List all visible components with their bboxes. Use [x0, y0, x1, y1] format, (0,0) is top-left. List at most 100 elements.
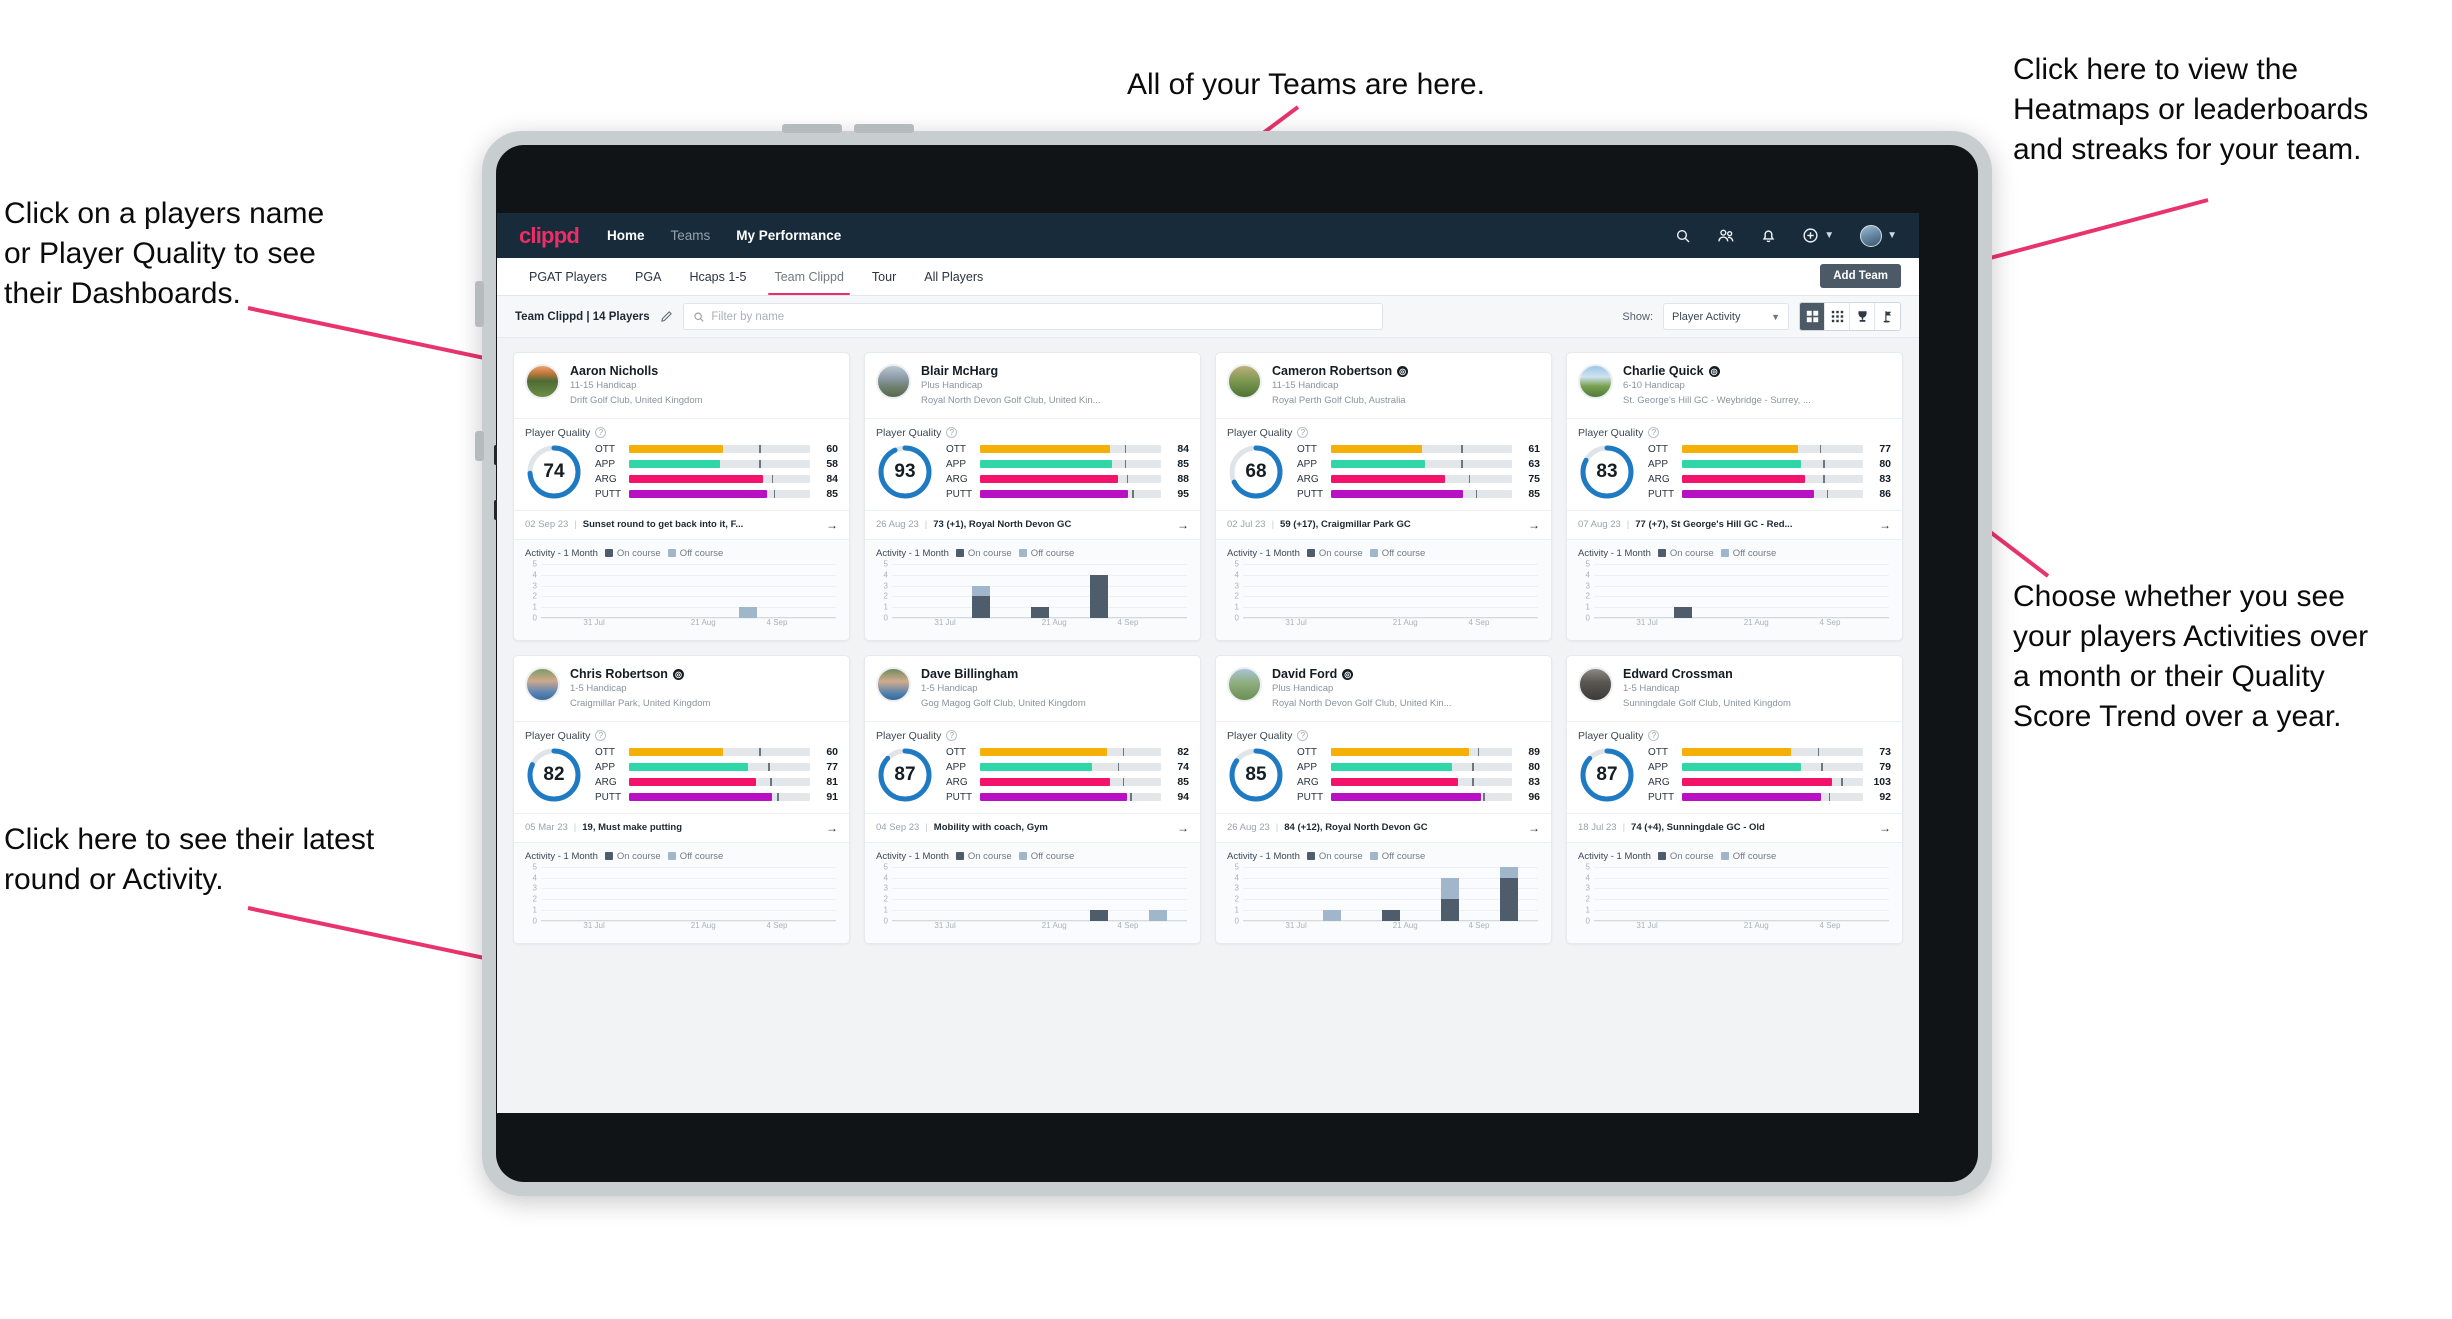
- tab-pgat-players[interactable]: PGAT Players: [515, 258, 621, 295]
- help-icon[interactable]: ?: [595, 730, 607, 742]
- player-card[interactable]: Charlie Quick ◎ 6-10 Handicap St. George's …: [1566, 352, 1903, 641]
- show-select[interactable]: Player Activity ▼: [1663, 303, 1789, 330]
- player-card[interactable]: Blair McHarg Plus Handicap Royal North Dev…: [864, 352, 1201, 641]
- player-quality-section[interactable]: Player Quality? 85 OTT 89 APP 80 ARG 83 PUTT 96: [1216, 720, 1551, 813]
- arrow-right-icon[interactable]: →: [1528, 518, 1540, 532]
- tab-tour[interactable]: Tour: [858, 258, 910, 295]
- y-tick-label: 1: [532, 905, 537, 915]
- bell-icon[interactable]: [1761, 227, 1776, 244]
- dense-grid-view-icon[interactable]: [1825, 303, 1850, 330]
- latest-round-row[interactable]: 07 Aug 23 | 77 (+7), St George's Hill GC -…: [1567, 509, 1902, 539]
- y-tick-label: 4: [532, 873, 537, 883]
- player-quality-section[interactable]: Player Quality? 87 OTT 82 APP 74 ARG 85 PUTT 94: [865, 720, 1200, 813]
- power-button[interactable]: [475, 281, 484, 327]
- avatar[interactable]: ▼: [1860, 224, 1897, 247]
- player-quality-section[interactable]: Player Quality? 68 OTT 61 APP 63 ARG 75 PUTT 85: [1216, 417, 1551, 510]
- player-quality-section[interactable]: Player Quality? 93 OTT 84 APP 85 ARG 88 PUTT 95: [865, 417, 1200, 510]
- player-card[interactable]: Chris Robertson ◎ 1-5 Handicap Craigmillar …: [513, 654, 850, 944]
- tab-hcaps-1-5[interactable]: Hcaps 1-5: [675, 258, 760, 295]
- latest-round-row[interactable]: 18 Jul 23 | 74 (+4), Sunningdale GC - Old →: [1567, 812, 1902, 842]
- player-name[interactable]: Chris Robertson ◎: [570, 667, 710, 681]
- player-card-header[interactable]: David Ford ◎ Plus Handicap Royal North Devo…: [1216, 656, 1551, 721]
- player-quality-section[interactable]: Player Quality? 83 OTT 77 APP 80 ARG 83 PUTT 86: [1567, 417, 1902, 510]
- arrow-right-icon[interactable]: →: [826, 821, 838, 835]
- people-icon[interactable]: [1717, 228, 1735, 244]
- arrow-right-icon[interactable]: →: [1879, 518, 1891, 532]
- nav-link-teams[interactable]: Teams: [671, 228, 711, 243]
- player-name[interactable]: Aaron Nicholls: [570, 364, 703, 378]
- help-icon[interactable]: ?: [1648, 427, 1660, 439]
- latest-round-row[interactable]: 26 Aug 23 | 84 (+12), Royal North Devon GC…: [1216, 812, 1551, 842]
- search-input-wrapper[interactable]: [682, 303, 1383, 330]
- help-icon[interactable]: ?: [1297, 730, 1309, 742]
- tab-all-players[interactable]: All Players: [910, 258, 997, 295]
- metric-bar-fill: [980, 490, 1129, 499]
- player-card-header[interactable]: Edward Crossman 1-5 Handicap Sunningdale G…: [1567, 656, 1902, 721]
- help-icon[interactable]: ?: [1297, 427, 1309, 439]
- player-card-header[interactable]: Blair McHarg Plus Handicap Royal North Dev…: [865, 353, 1200, 418]
- volume-down-button[interactable]: [854, 124, 914, 133]
- tab-team-clippd[interactable]: Team Clippd: [760, 258, 857, 295]
- player-name[interactable]: David Ford ◎: [1272, 667, 1452, 681]
- player-card[interactable]: Edward Crossman 1-5 Handicap Sunningdale G…: [1566, 654, 1903, 944]
- round-description: 74 (+4), Sunningdale GC - Old: [1631, 822, 1765, 834]
- player-quality-section[interactable]: Player Quality? 74 OTT 60 APP 58 ARG 84 PUTT 85: [514, 417, 849, 510]
- player-quality-section[interactable]: Player Quality? 87 OTT 73 APP 79 ARG 103 PUTT 92: [1567, 720, 1902, 813]
- player-quality-section[interactable]: Player Quality? 82 OTT 60 APP 77 ARG 81 PUTT 91: [514, 720, 849, 813]
- player-card[interactable]: Aaron Nicholls 11-15 Handicap Drift Golf C…: [513, 352, 850, 641]
- add-circle-icon[interactable]: ▼: [1802, 227, 1834, 244]
- latest-round-row[interactable]: 26 Aug 23 | 73 (+1), Royal North Devon GC →: [865, 509, 1200, 539]
- arrow-right-icon[interactable]: →: [1177, 518, 1189, 532]
- arrow-right-icon[interactable]: →: [1177, 821, 1189, 835]
- player-card[interactable]: David Ford ◎ Plus Handicap Royal North Devo…: [1215, 654, 1552, 944]
- arrow-right-icon[interactable]: →: [1528, 821, 1540, 835]
- y-tick-label: 4: [883, 873, 888, 883]
- golf-flag-view-icon[interactable]: [1875, 303, 1900, 330]
- edit-pencil-icon[interactable]: [660, 310, 673, 323]
- grid-view-icon[interactable]: [1800, 303, 1825, 330]
- add-team-button[interactable]: Add Team: [1820, 264, 1901, 288]
- chart-y-axis: 543210: [1578, 559, 1592, 622]
- player-name[interactable]: Edward Crossman: [1623, 667, 1791, 681]
- search-input[interactable]: [711, 310, 1373, 323]
- search-icon[interactable]: [1675, 228, 1691, 244]
- player-name[interactable]: Blair McHarg: [921, 364, 1101, 378]
- latest-round-row[interactable]: 02 Sep 23 | Sunset round to get back into …: [514, 509, 849, 539]
- nav-link-my-performance[interactable]: My Performance: [736, 228, 841, 243]
- player-card-header[interactable]: Charlie Quick ◎ 6-10 Handicap St. George's …: [1567, 353, 1902, 418]
- tab-pga[interactable]: PGA: [621, 258, 675, 295]
- x-tick-label: 4 Sep: [1117, 920, 1139, 930]
- player-card-header[interactable]: Chris Robertson ◎ 1-5 Handicap Craigmillar …: [514, 656, 849, 721]
- latest-round-row[interactable]: 02 Jul 23 | 59 (+17), Craigmillar Park GC →: [1216, 509, 1551, 539]
- arrow-right-icon[interactable]: →: [826, 518, 838, 532]
- help-icon[interactable]: ?: [1648, 730, 1660, 742]
- player-card-header[interactable]: Cameron Robertson ◎ 11-15 Handicap Royal Pe…: [1216, 353, 1551, 418]
- clippd-logo[interactable]: clippd: [519, 223, 580, 249]
- nav-link-home[interactable]: Home: [607, 228, 645, 243]
- player-name-text: Cameron Robertson: [1272, 364, 1393, 378]
- y-tick-label: 5: [883, 559, 888, 569]
- player-name[interactable]: Dave Billingham: [921, 667, 1086, 681]
- metric-label: OTT: [595, 443, 615, 455]
- activity-chart: 5 4 3 2 1 0 31 Jul 21 Aug 4 Sep: [1578, 559, 1891, 630]
- metric-bar-fill: [980, 793, 1127, 802]
- x-tick-label: 4 Sep: [1819, 617, 1841, 627]
- trophy-view-icon[interactable]: [1850, 303, 1875, 330]
- player-card[interactable]: Cameron Robertson ◎ 11-15 Handicap Royal Pe…: [1215, 352, 1552, 641]
- gridline: [1594, 607, 1889, 609]
- player-name[interactable]: Charlie Quick ◎: [1623, 364, 1811, 378]
- help-icon[interactable]: ?: [946, 427, 958, 439]
- y-tick-label: 5: [532, 862, 537, 872]
- player-card-grid: Aaron Nicholls 11-15 Handicap Drift Golf C…: [497, 338, 1919, 958]
- arrow-right-icon[interactable]: →: [1879, 821, 1891, 835]
- latest-round-row[interactable]: 04 Sep 23 | Mobility with coach, Gym →: [865, 812, 1200, 842]
- player-card-header[interactable]: Dave Billingham 1-5 Handicap Gog Magog Gol…: [865, 656, 1200, 721]
- volume-up-button[interactable]: [782, 124, 842, 133]
- player-handicap: 1-5 Handicap: [570, 683, 627, 695]
- latest-round-row[interactable]: 05 Mar 23 | 19, Must make putting →: [514, 812, 849, 842]
- player-name[interactable]: Cameron Robertson ◎: [1272, 364, 1409, 378]
- help-icon[interactable]: ?: [595, 427, 607, 439]
- help-icon[interactable]: ?: [946, 730, 958, 742]
- player-card-header[interactable]: Aaron Nicholls 11-15 Handicap Drift Golf C…: [514, 353, 849, 418]
- player-card[interactable]: Dave Billingham 1-5 Handicap Gog Magog Gol…: [864, 654, 1201, 944]
